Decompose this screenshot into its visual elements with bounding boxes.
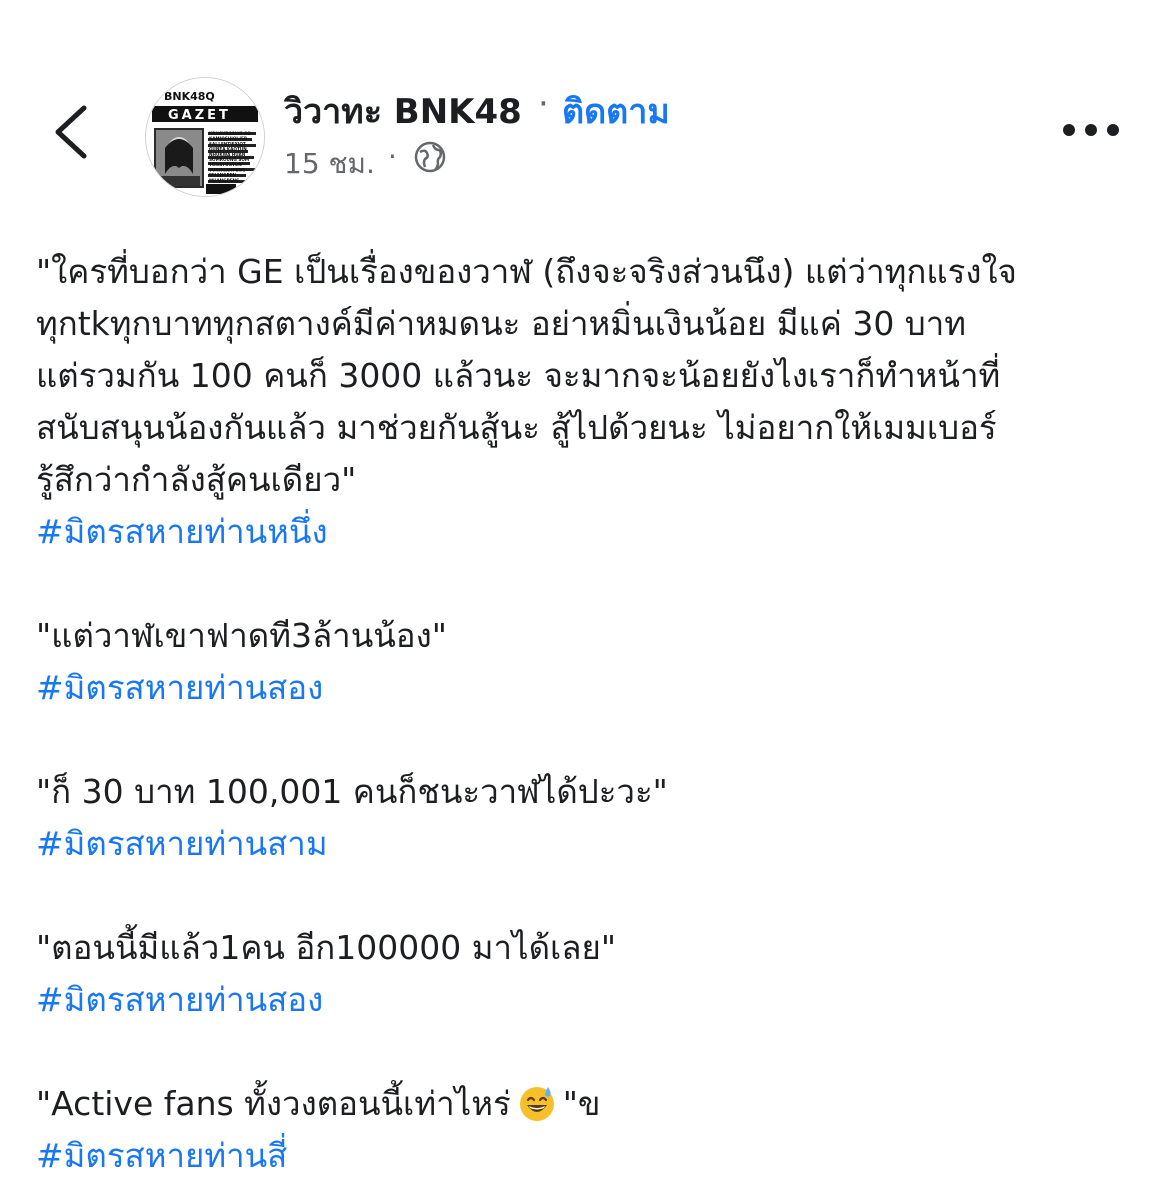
follow-button[interactable]: ติดตาม	[562, 84, 670, 138]
post-text-line: "ใครที่บอกว่า GE เป็นเรื่องของวาฬ (ถึงจะ…	[36, 252, 1017, 291]
post-text-line: "แต่วาฬเขาฟาดที3ล้านน้อง"	[36, 616, 447, 655]
post-text-line: ทุกtkทุกบาททุกสตางค์มีค่าหมดนะ อย่าหมิ่น…	[36, 304, 967, 343]
post-paragraph-2: "แต่วาฬเขาฟาดที3ล้านน้อง" #มิตรสหายท่านส…	[36, 610, 1136, 714]
post-paragraph-1: "ใครที่บอกว่า GE เป็นเรื่องของวาฬ (ถึงจะ…	[36, 246, 1136, 558]
avatar-title-line2: GAZET	[168, 108, 231, 123]
post-text-line: "Active fans ทั้งวงตอนนี้เท่าไหร่	[36, 1084, 511, 1123]
post-body: "ใครที่บอกว่า GE เป็นเรื่องของวาฬ (ถึงจะ…	[36, 246, 1136, 1182]
back-button[interactable]	[40, 92, 100, 172]
post-text-line: "ตอนนี้มีแล้ว1คน อีก100000 มาได้เลย"	[36, 928, 617, 967]
hashtag-link[interactable]: #มิตรสหายท่านหนึ่ง	[36, 506, 1136, 558]
page-avatar[interactable]: BNK48Q GAZET KRUOYRASIUS SO KAMIOSHIOJ JE…	[145, 77, 265, 197]
post-timestamp[interactable]: 15 ชม.	[284, 142, 375, 186]
post-text-line: "ข	[562, 1084, 601, 1123]
post-header: BNK48Q GAZET KRUOYRASIUS SO KAMIOSHIOJ JE…	[0, 0, 1160, 210]
grinning-sweat-emoji-icon	[519, 1087, 554, 1121]
post-text-line: สนับสนุนน้องกันแล้ว มาช่วยกันสู้นะ สู้ไป…	[36, 408, 997, 447]
post-text-line: แต่รวมกัน 100 คนก็ 3000 แล้วนะ จะมากจะน้…	[36, 356, 1001, 395]
post-text-line: "ก็ 30 บาท 100,001 คนก็ชนะวาฬได้ปะวะ"	[36, 772, 668, 811]
globe-icon	[414, 141, 446, 173]
more-options-button[interactable]	[1058, 110, 1124, 150]
chevron-left-icon	[55, 105, 87, 159]
avatar-title-line1: BNK48Q	[164, 90, 215, 103]
hashtag-link[interactable]: #มิตรสหายท่านสอง	[36, 974, 1136, 1026]
post-paragraph-5: "Active fans ทั้งวงตอนนี้เท่าไหร่ "ข #มิ…	[36, 1078, 1136, 1182]
hashtag-link[interactable]: #มิตรสหายท่านสี่	[36, 1130, 1136, 1182]
hashtag-link[interactable]: #มิตรสหายท่านสาม	[36, 818, 1136, 870]
more-horizontal-icon	[1063, 124, 1119, 136]
post-paragraph-3: "ก็ 30 บาท 100,001 คนก็ชนะวาฬได้ปะวะ" #ม…	[36, 766, 1136, 870]
time-separator: ·	[388, 140, 397, 173]
avatar-name-text: MUANGPENG	[209, 178, 240, 183]
hashtag-link[interactable]: #มิตรสหายท่านสอง	[36, 662, 1136, 714]
post-text-line: รู้สึกว่ากำลังสู้คนเดียว"	[36, 460, 357, 499]
header-separator: ·	[538, 84, 549, 124]
post-paragraph-4: "ตอนนี้มีแล้ว1คน อีก100000 มาได้เลย" #มิ…	[36, 922, 1136, 1026]
page-name-link[interactable]: วิวาทะ BNK48	[284, 84, 522, 138]
